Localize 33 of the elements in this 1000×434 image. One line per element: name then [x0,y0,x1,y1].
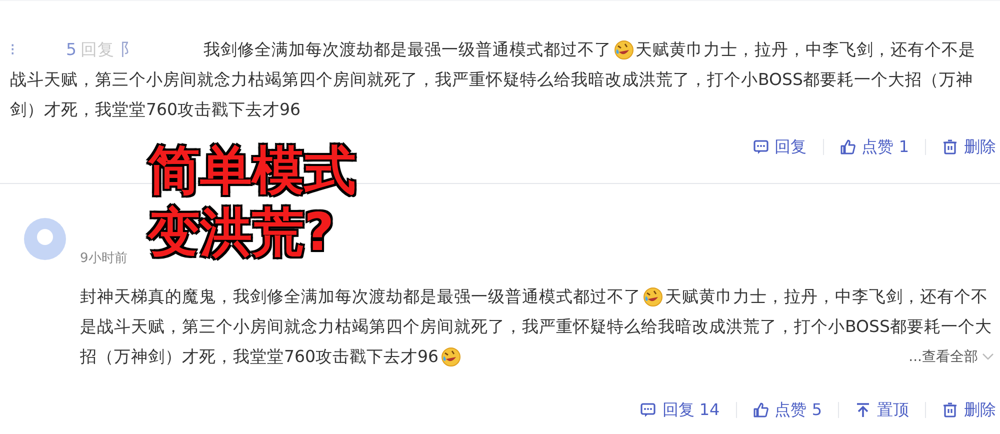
faint-mark: ⁝ [10,39,16,61]
caption-text: 变洪荒? [148,202,336,264]
pin-top-icon [855,402,871,418]
laughing-emoji-icon [614,40,634,60]
laughing-emoji-icon [440,347,460,367]
like-button[interactable]: 点赞 5 [752,398,822,422]
comment-text: 封神天梯真的魔鬼，我剑修全满加每次渡劫都是最强一级普通模式都过不了 [80,286,641,308]
caption-text: 简单模式 [148,140,356,202]
delete-button[interactable]: 删除 [942,135,996,159]
comment-text: 是战斗天赋，第三个小房间就念力枯竭第四个房间就死了，我严重怀疑特么给我暗改成洪荒了，打个小BOSS都要耗一个大 [80,316,992,338]
comment-text: 我剑修全满加每次渡劫都是最强一级普通模式都过不了 [204,39,612,61]
reply-button[interactable]: 回复 14 [640,398,720,422]
like-button[interactable]: 点赞 1 [840,135,909,159]
trash-icon [942,139,958,155]
comment-icon [752,139,769,155]
comment-text: 战斗天赋，第三个小房间就念力枯竭第四个房间就死了，我严重怀疑特么给我暗改成洪荒了，打个小BOSS都要耗一个大招（万神 [10,69,973,91]
chevron-down-icon [982,353,994,361]
faint-fragment: 阝 [120,39,138,61]
thumbs-up-icon [752,402,769,418]
reply-button[interactable]: 回复 [752,135,807,159]
comment-text: 招（万神剑）才死，我堂堂760攻击戳下去才96 [80,346,438,368]
comment-text: 天赋黄巾力士，拉丹，中李飞剑，还有个不 [665,286,988,308]
comment-time: 9小时前 [80,250,128,268]
thumbs-up-icon [840,139,856,155]
comment-text: 剑）才死，我堂堂760攻击戳下去才96 [10,99,300,121]
reply-count: 5 [66,39,76,61]
delete-button[interactable]: 删除 [942,398,996,422]
comment-text: 天赋黄巾力士，拉丹，中李飞剑，还有个不是 [636,39,976,61]
comment-icon [640,402,656,418]
laughing-emoji-icon [643,287,663,307]
trash-icon [942,402,958,418]
pin-button[interactable]: 置顶 [855,398,909,422]
avatar [24,218,66,260]
